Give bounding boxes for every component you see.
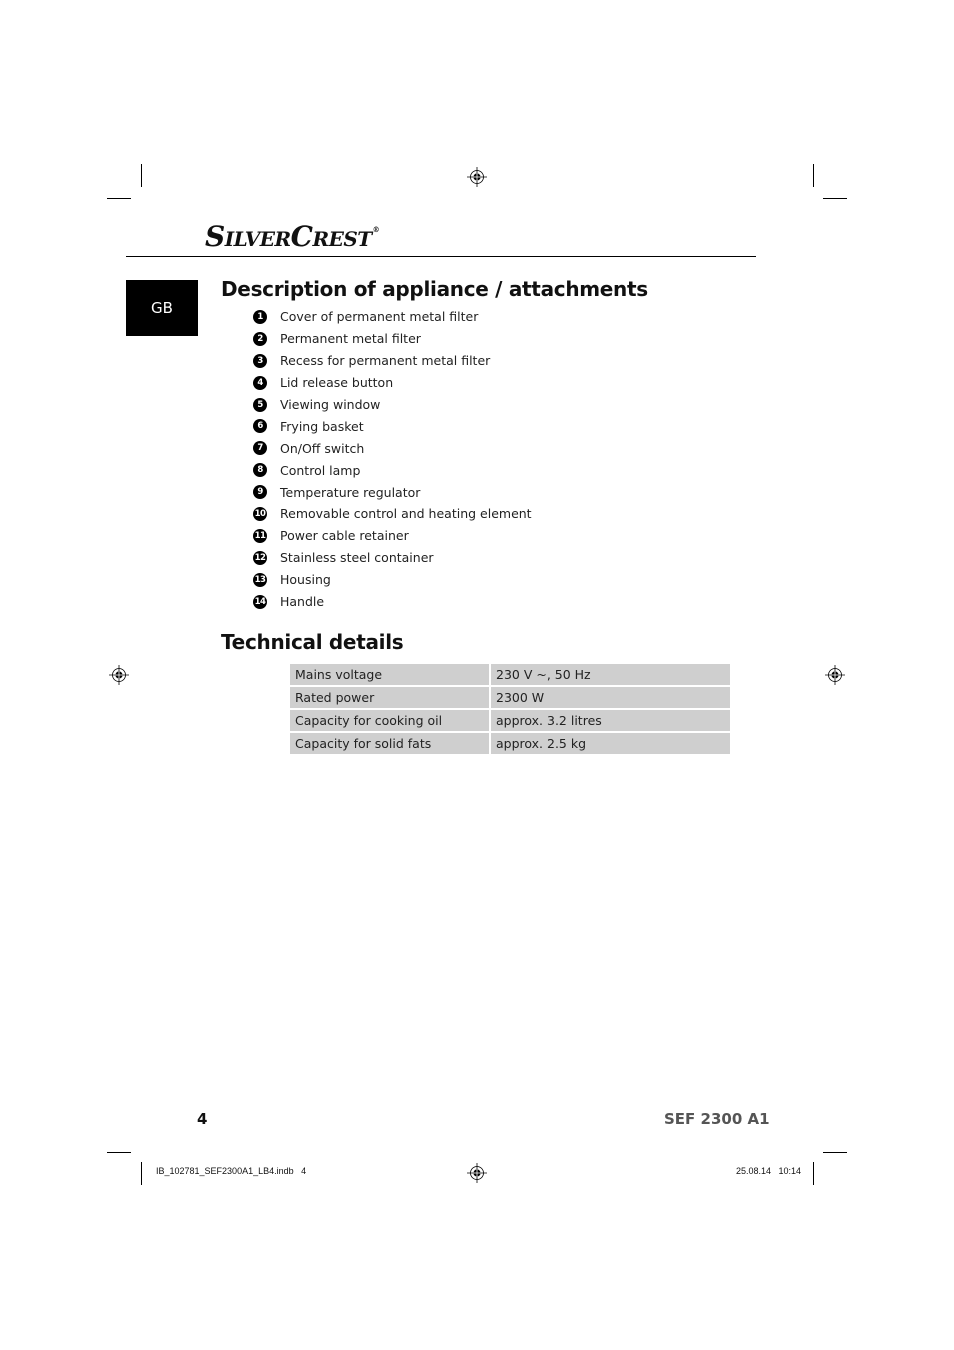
number-badge-icon: 5 — [253, 397, 267, 412]
spec-value: approx. 2.5 kg — [491, 733, 730, 754]
spec-name: Mains voltage — [290, 664, 489, 685]
brand-logo: SILVERCREST® — [205, 220, 380, 253]
list-item: 4 Lid release button — [253, 372, 532, 394]
crop-mark — [813, 164, 814, 187]
list-item-label: Viewing window — [280, 397, 381, 412]
parts-list: 1 Cover of permanent metal filter 2 Permane… — [253, 306, 532, 612]
list-item-label: Frying basket — [280, 418, 364, 434]
number-badge-icon: 8 — [253, 463, 267, 478]
table-row: Mains voltage 230 V ~, 50 Hz — [290, 664, 730, 685]
list-item-label: Permanent metal filter — [280, 331, 421, 347]
number-badge-icon: 14 — [253, 594, 267, 609]
list-item-label: Removable control and heating element — [280, 506, 532, 522]
table-row: Capacity for cooking oil approx. 3.2 litr… — [290, 710, 730, 731]
list-item: 13 Housing — [253, 569, 532, 591]
spec-name: Capacity for solid fats — [290, 733, 489, 754]
list-item: 1 Cover of permanent metal filter — [253, 306, 532, 328]
spec-value: approx. 3.2 litres — [491, 710, 730, 731]
list-item-label: Recess for permanent metal filter — [280, 353, 491, 369]
spec-name: Capacity for cooking oil — [290, 710, 489, 731]
spec-value: 230 V ~, 50 Hz — [491, 664, 730, 685]
number-badge-icon: 3 — [253, 353, 267, 368]
list-item: 11 Power cable retainer — [253, 525, 532, 547]
number-badge-icon: 12 — [253, 550, 267, 565]
logo-letter: S — [205, 220, 225, 253]
list-item: 10 Removable control and heating element — [253, 503, 532, 525]
page-number: 4 — [197, 1110, 208, 1128]
list-item-label: Power cable retainer — [280, 528, 409, 544]
registration-mark-icon — [467, 167, 487, 187]
list-item-label: Stainless steel container — [280, 550, 434, 566]
description-heading: Description of appliance / attachments — [221, 277, 648, 301]
number-badge-icon: 4 — [253, 375, 267, 390]
slug-filename: IB_102781_SEF2300A1_LB4.indb 4 — [156, 1166, 307, 1176]
slug-date: 25.08.14 10:14 — [736, 1166, 802, 1176]
number-badge-icon: 6 — [253, 419, 267, 434]
registration-mark-icon — [109, 665, 129, 685]
list-item-label: On/Off switch — [280, 440, 365, 456]
list-item-label: Control lamp — [280, 462, 361, 478]
number-badge-icon: 2 — [253, 331, 267, 346]
list-item: 2 Permanent metal filter — [253, 328, 532, 350]
crop-mark — [141, 1162, 142, 1185]
table-row: Rated power 2300 W — [290, 687, 730, 708]
logo-letter: C — [290, 220, 313, 253]
number-badge-icon: 10 — [253, 506, 267, 521]
registered-mark: ® — [372, 225, 380, 234]
list-item: 12 Stainless steel container — [253, 547, 532, 569]
crop-mark — [823, 198, 847, 199]
crop-mark — [107, 1152, 131, 1153]
logo-text: ILVER — [224, 227, 291, 251]
registration-mark-icon — [825, 665, 845, 685]
header-rule — [126, 256, 756, 257]
technical-table: Mains voltage 230 V ~, 50 Hz Rated power 23… — [288, 662, 732, 756]
spec-value: 2300 W — [491, 687, 730, 708]
list-item-label: Lid release button — [280, 375, 394, 391]
list-item: 14 Handle — [253, 591, 532, 613]
number-badge-icon: 11 — [253, 528, 267, 543]
logo-text: REST — [312, 227, 372, 251]
crop-mark — [823, 1152, 847, 1153]
number-badge-icon: 9 — [253, 485, 267, 500]
technical-heading: Technical details — [221, 630, 404, 654]
list-item: 3 Recess for permanent metal filter — [253, 350, 532, 372]
list-item: 7 On/Off switch — [253, 437, 532, 459]
spec-name: Rated power — [290, 687, 489, 708]
table-row: Capacity for solid fats approx. 2.5 kg — [290, 733, 730, 754]
crop-mark — [813, 1162, 814, 1185]
model-number: SEF 2300 A1 — [664, 1110, 770, 1128]
number-badge-icon: 1 — [253, 309, 267, 324]
list-item: 6 Frying basket — [253, 415, 532, 437]
list-item: 9 Temperature regulator — [253, 481, 532, 503]
list-item-label: Handle — [280, 594, 325, 610]
list-item-label: Cover of permanent metal filter — [280, 309, 479, 325]
crop-mark — [141, 164, 142, 187]
number-badge-icon: 13 — [253, 572, 267, 587]
number-badge-icon: 7 — [253, 441, 267, 456]
list-item-label: Housing — [280, 572, 331, 588]
list-item: 8 Control lamp — [253, 459, 532, 481]
list-item: 5 Viewing window — [253, 394, 532, 416]
list-item-label: Temperature regulator — [280, 484, 421, 500]
language-tab: GB — [126, 280, 198, 336]
crop-mark — [107, 198, 131, 199]
registration-mark-icon — [467, 1163, 487, 1183]
